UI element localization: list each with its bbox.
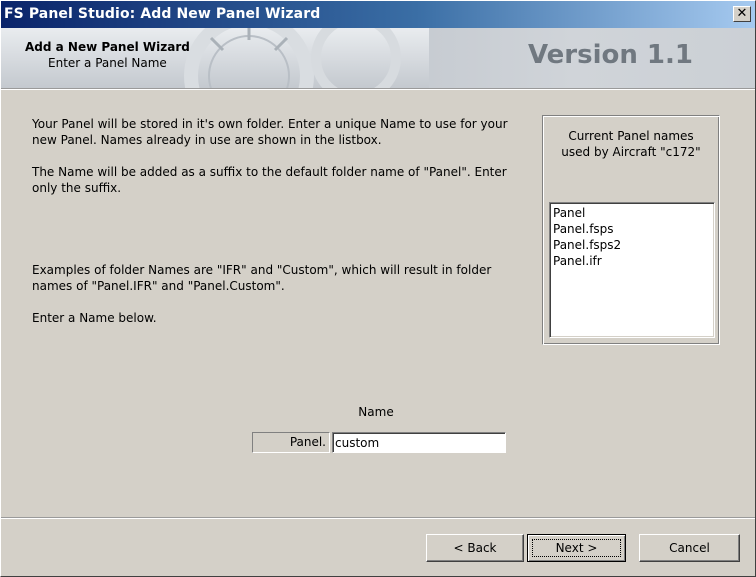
name-prefix: Panel. xyxy=(252,432,330,453)
title-bar[interactable]: FS Panel Studio: Add New Panel Wizard ✕ xyxy=(1,1,755,28)
banner-divider xyxy=(1,88,755,90)
list-item[interactable]: Panel.ifr xyxy=(552,253,712,269)
wizard-subheading: Enter a Panel Name xyxy=(48,56,167,70)
banner-graphic: Add a New Panel Wizard Enter a Panel Nam… xyxy=(1,28,429,88)
list-item[interactable]: Panel.fsps xyxy=(552,221,712,237)
cancel-button[interactable]: Cancel xyxy=(639,534,740,562)
instruction-paragraph-1: Your Panel will be stored in it's own fo… xyxy=(32,117,508,147)
version-label: Version 1.1 xyxy=(527,40,693,70)
footer-divider xyxy=(1,517,755,519)
window-title: FS Panel Studio: Add New Panel Wizard xyxy=(4,6,321,22)
back-button[interactable]: < Back xyxy=(426,534,524,562)
existing-names-label-line1: Current Panel names xyxy=(568,129,694,143)
existing-names-group: Current Panel names used by Aircraft "c1… xyxy=(542,115,720,345)
instruction-paragraph-4: Enter a Name below. xyxy=(32,311,157,325)
wizard-heading: Add a New Panel Wizard xyxy=(25,40,190,54)
instruction-paragraph-3: Examples of folder Names are "IFR" and "… xyxy=(32,263,492,293)
list-item[interactable]: Panel.fsps2 xyxy=(552,237,712,253)
existing-names-label-line2: used by Aircraft "c172" xyxy=(561,145,701,159)
wizard-window: FS Panel Studio: Add New Panel Wizard ✕ … xyxy=(0,0,756,577)
list-item[interactable]: Panel xyxy=(552,205,712,221)
name-input[interactable] xyxy=(332,432,506,453)
name-label: Name xyxy=(358,405,394,419)
next-button[interactable]: Next > xyxy=(527,534,626,562)
existing-names-label: Current Panel names used by Aircraft "c1… xyxy=(543,128,719,160)
close-icon: ✕ xyxy=(736,6,748,21)
instruction-paragraph-2: The Name will be added as a suffix to th… xyxy=(32,165,507,195)
panel-names-listbox[interactable]: Panel Panel.fsps Panel.fsps2 Panel.ifr xyxy=(549,202,715,338)
wizard-banner: Add a New Panel Wizard Enter a Panel Nam… xyxy=(1,28,755,88)
banner-version-area: Version 1.1 xyxy=(429,28,755,88)
close-button[interactable]: ✕ xyxy=(733,6,751,22)
